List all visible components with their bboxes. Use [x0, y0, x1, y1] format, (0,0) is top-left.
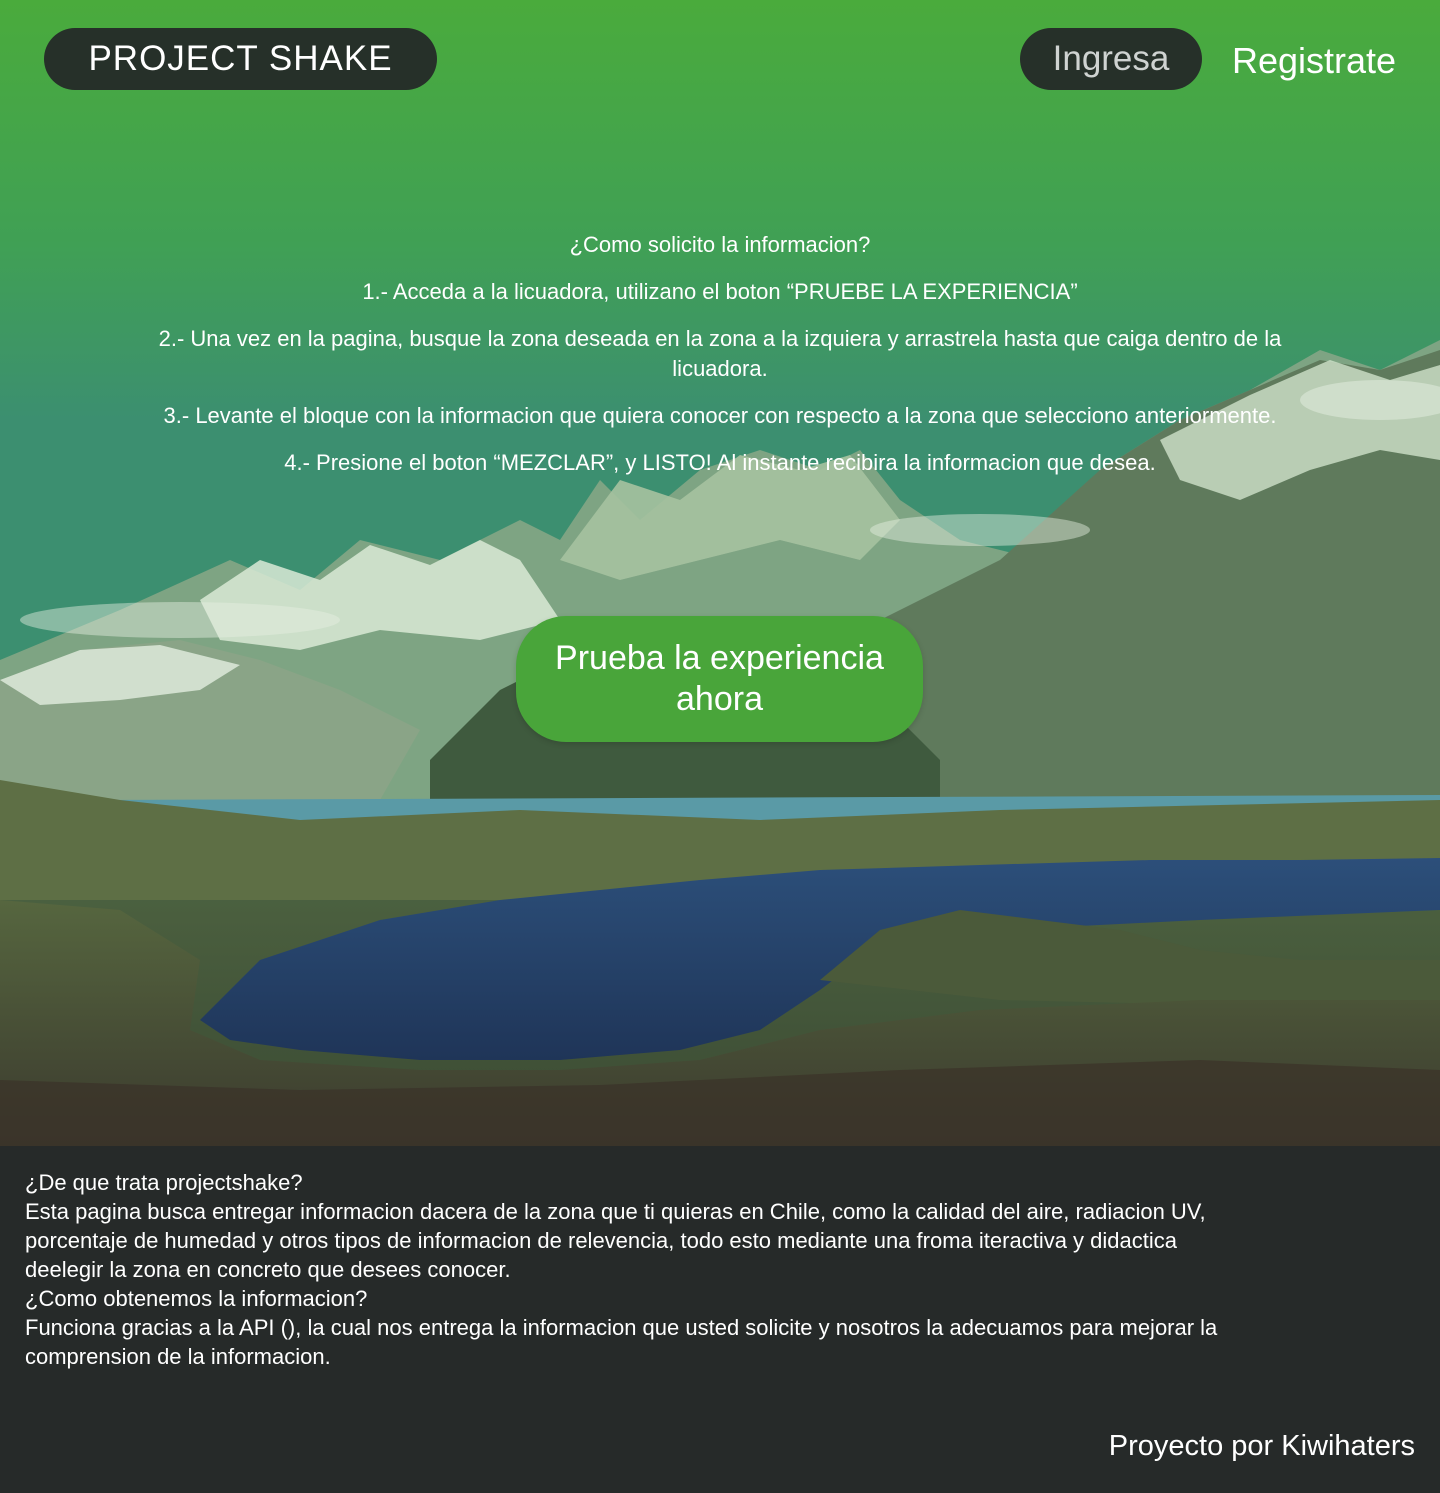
about-answer: Esta pagina busca entregar informacion d… — [25, 1199, 1206, 1282]
instruction-step: 1.- Acceda a la licuadora, utilizano el … — [362, 279, 1078, 304]
landscape-background — [0, 0, 1440, 1146]
hero-section: PROJECT SHAKE Ingresa Registrate ¿Como s… — [0, 0, 1440, 1146]
about-text: ¿De que trata projectshake? Esta pagina … — [25, 1168, 1255, 1371]
instructions-heading: ¿Como solicito la informacion? — [569, 232, 871, 257]
about-answer: Funciona gracias a la API (), la cual no… — [25, 1315, 1218, 1369]
login-button[interactable]: Ingresa — [1020, 28, 1202, 90]
instructions-block: ¿Como solicito la informacion? 1.- Acced… — [140, 230, 1300, 495]
try-experience-label: Prueba la experiencia ahora — [555, 639, 884, 718]
instruction-step: 2.- Una vez en la pagina, busque la zona… — [158, 326, 1282, 381]
site-logo[interactable]: PROJECT SHAKE — [44, 28, 437, 90]
instruction-step: 3.- Levante el bloque con la informacion… — [163, 403, 1277, 428]
try-experience-button[interactable]: Prueba la experiencia ahora — [516, 616, 923, 742]
footer-credit: Proyecto por Kiwihaters — [1108, 1430, 1415, 1462]
about-question: ¿Como obtenemos la informacion? — [25, 1286, 368, 1311]
about-question: ¿De que trata projectshake? — [25, 1170, 303, 1195]
instruction-step: 4.- Presione el boton “MEZCLAR”, y LISTO… — [284, 450, 1156, 475]
about-section: ¿De que trata projectshake? Esta pagina … — [0, 1146, 1440, 1493]
register-link[interactable]: Registrate — [1214, 38, 1414, 84]
